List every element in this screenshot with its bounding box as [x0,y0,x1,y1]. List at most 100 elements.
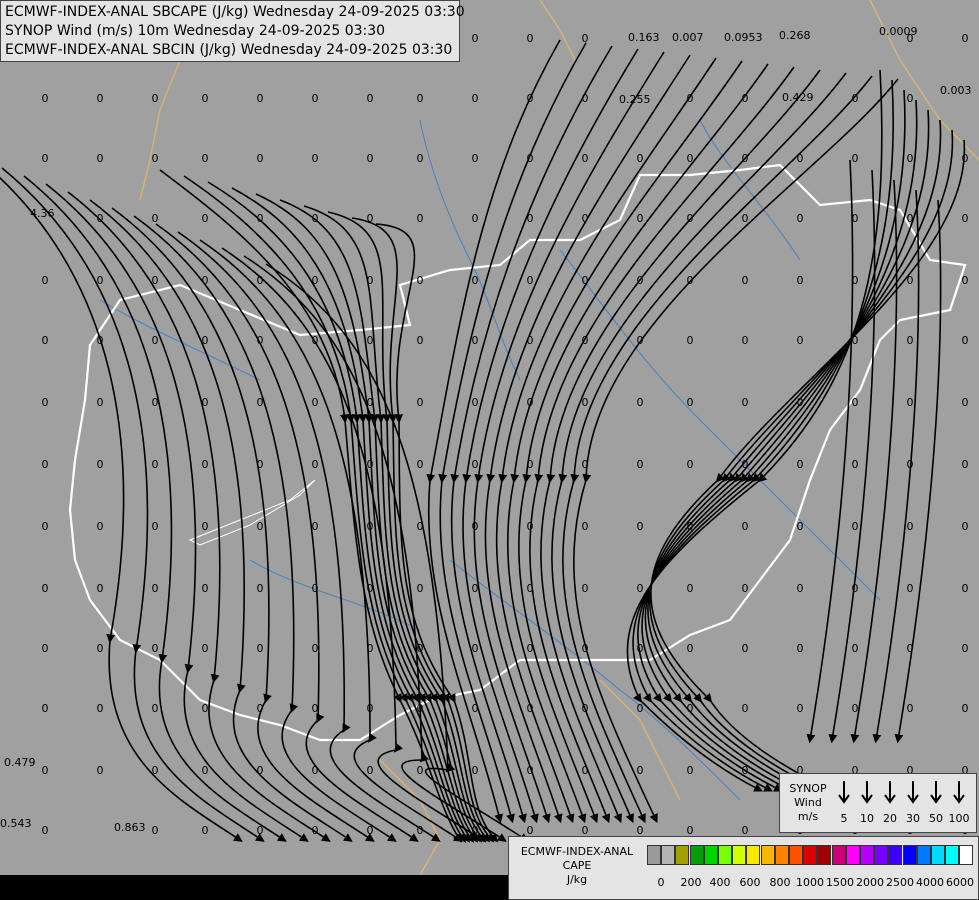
cin-value: 0 [257,520,264,533]
cape-legend-title-line: J/kg [566,873,588,886]
cin-value: 0 [527,32,534,45]
cin-value: 0 [852,212,859,225]
cin-value: 0 [582,396,589,409]
cin-value: 0 [42,702,49,715]
cin-value: 0 [582,458,589,471]
cin-value: 0 [42,396,49,409]
cin-value: 0 [797,702,804,715]
cin-value: 0 [907,212,914,225]
cin-value: 0 [257,642,264,655]
cin-value: 0 [97,764,104,777]
cin-value: 0 [907,642,914,655]
cin-value: 0 [742,702,749,715]
synop-legend-title-line: SYNOP [789,782,827,795]
synop-wind-arrow-icon [903,780,923,804]
cin-value: 0 [907,582,914,595]
cin-value: 0 [257,764,264,777]
cin-value: 0 [907,520,914,533]
cin-value: 0 [852,396,859,409]
cin-value: 0 [367,702,374,715]
cin-value: 0 [582,334,589,347]
cin-value: 0 [152,334,159,347]
cin-value: 0 [797,520,804,533]
cin-value: 0 [527,152,534,165]
cape-color-swatch [902,845,917,865]
cin-value: 0 [42,520,49,533]
synop-wind-value: 50 [929,812,943,825]
cape-legend-title: ECMWF-INDEX-ANAL CAPE J/kg [511,845,643,887]
cin-value: 0 [97,702,104,715]
cin-value: 0 [202,642,209,655]
cape-value: 0.163 [628,31,660,44]
synop-wind-value: 5 [840,812,848,825]
cin-value: 0 [797,334,804,347]
cin-value: 0 [367,92,374,105]
cin-value: 0 [907,152,914,165]
cin-value: 0 [582,582,589,595]
cin-value: 0 [97,212,104,225]
cin-value: 0 [97,396,104,409]
cin-value: 0 [582,642,589,655]
cin-value: 0 [312,212,319,225]
cin-value: 0 [742,764,749,777]
cin-value: 0 [97,92,104,105]
cin-value: 0 [472,32,479,45]
cin-value: 0 [472,334,479,347]
cin-value: 0 [312,520,319,533]
cin-value: 0 [852,92,859,105]
cin-value: 0 [687,334,694,347]
cape-legend-title-line: ECMWF-INDEX-ANAL [520,845,634,858]
cape-color-swatch [831,845,846,865]
cin-value: 0 [687,274,694,287]
cin-value: 0 [417,458,424,471]
cin-value: 0 [852,582,859,595]
cape-tick-label: 200 [680,876,702,889]
cin-value: 0 [152,582,159,595]
cin-value: 0 [42,458,49,471]
cape-color-swatch [916,845,931,865]
cape-value: 0.007 [672,31,704,44]
cape-color-swatch [845,845,860,865]
cin-value: 0 [962,32,969,45]
cin-value: 0 [257,824,264,837]
cin-value: 0 [257,212,264,225]
cin-value: 0 [257,152,264,165]
cin-value: 0 [687,642,694,655]
synop-wind-value: 10 [860,812,874,825]
cin-value: 0 [417,582,424,595]
cin-value: 0 [687,92,694,105]
cin-value: 0 [637,764,644,777]
cin-value: 0 [582,212,589,225]
cin-value: 0 [152,520,159,533]
cin-value: 0 [42,824,49,837]
cin-value: 0 [742,520,749,533]
cin-value: 0 [97,582,104,595]
synop-wind-legend: SYNOP Wind m/s 5 10 20 30 50 100 [779,773,977,833]
cape-tick-label: 4000 [916,876,944,889]
cin-value: 0 [202,764,209,777]
cin-value: 0 [527,702,534,715]
cin-value: 0 [152,152,159,165]
cin-value: 0 [527,212,534,225]
cin-value: 0 [152,458,159,471]
cin-value: 0 [472,212,479,225]
cin-value: 0 [637,702,644,715]
cin-value: 0 [527,334,534,347]
cape-color-swatch [931,845,945,865]
cin-value: 0 [637,520,644,533]
cin-value: 0 [202,274,209,287]
cape-color-swatch [661,845,676,865]
cape-color-swatch [746,845,761,865]
cin-value: 0 [852,274,859,287]
cape-color-swatch [959,845,974,865]
cape-tick-label: 400 [709,876,731,889]
cin-value: 0 [962,520,969,533]
synop-legend-title-line: m/s [797,810,819,823]
cin-value: 0 [962,458,969,471]
cape-color-swatch [803,845,818,865]
cin-value: 0 [367,642,374,655]
cin-value: 0 [797,458,804,471]
cape-color-swatch [675,845,690,865]
cin-value: 0 [472,764,479,777]
cin-value: 0 [312,274,319,287]
